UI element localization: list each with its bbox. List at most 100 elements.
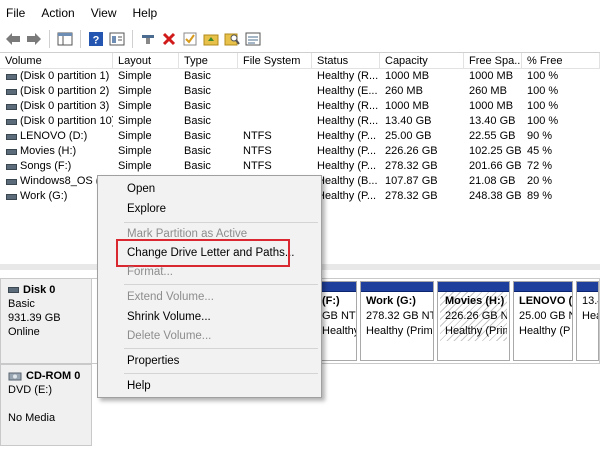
menu-action[interactable]: Action — [41, 4, 74, 22]
volume-name: (Disk 0 partition 1) — [0, 69, 113, 84]
cdrom-spacer — [8, 397, 84, 411]
column-header-type[interactable]: Type — [179, 53, 238, 68]
check-icon[interactable] — [181, 30, 199, 48]
cdrom-0-label[interactable]: CD-ROM 0 DVD (E:) No Media — [0, 364, 92, 446]
volume-layout: Simple — [118, 145, 152, 157]
menu-item-shrink-volume[interactable]: Shrink Volume... — [127, 310, 211, 324]
menu-separator — [124, 222, 318, 223]
volume-drive-icon — [6, 193, 17, 200]
properties-icon[interactable] — [108, 30, 126, 48]
volume-percent-free: 45 % — [527, 145, 553, 157]
column-header-volume[interactable]: Volume — [0, 53, 113, 68]
menu-separator — [124, 373, 318, 374]
table-row[interactable]: Movies (H:) Simple Basic NTFS Healthy (P... 2… — [0, 144, 600, 159]
volume-name-text: LENOVO (D:) — [20, 130, 88, 142]
volume-capacity: 107.87 GB — [385, 175, 438, 187]
volume-type: Basic — [184, 145, 211, 157]
volume-layout: Simple — [118, 130, 152, 142]
table-row[interactable]: (Disk 0 partition 3) Simple Basic Healthy (… — [0, 99, 600, 114]
volume-layout: Simple — [118, 85, 152, 97]
volume-capacity: 1000 MB — [385, 100, 430, 112]
volume-file-system — [238, 84, 312, 99]
volume-name-text: (Disk 0 partition 2) — [20, 85, 110, 97]
volume-capacity: 226.26 GB — [385, 145, 438, 157]
column-header-capacity[interactable]: Capacity — [380, 53, 464, 68]
partition-work[interactable]: Work (G:) 278.32 GB NTFS Healthy (Prim — [360, 281, 434, 361]
partition-recovery[interactable]: 13.40 Healt — [576, 281, 599, 361]
partition-name: (F:) — [322, 295, 340, 307]
volume-free-space: 1000 MB — [469, 100, 514, 112]
column-header-file-system[interactable]: File System — [238, 53, 312, 68]
table-row[interactable]: Songs (F:) Simple Basic NTFS Healthy (P... 27… — [0, 159, 600, 174]
partition-size: 25.00 GB NT — [519, 310, 572, 322]
help-icon[interactable]: ? — [87, 30, 105, 48]
menu-file[interactable]: File — [6, 4, 25, 22]
volume-drive-icon — [6, 118, 17, 125]
column-header-status[interactable]: Status — [312, 53, 380, 68]
folder-up-icon[interactable] — [202, 30, 220, 48]
partition-songs[interactable]: (F:) GB NTF Healthy (Prim — [316, 281, 357, 361]
volume-capacity: 260 MB — [385, 85, 423, 97]
volume-name: Songs (F:) — [0, 159, 113, 174]
menu-view[interactable]: View — [91, 4, 117, 22]
disk-0-label[interactable]: Disk 0 Basic 931.39 GB Online — [0, 278, 92, 364]
volume-drive-icon — [6, 148, 17, 155]
disk-0-name: Disk 0 — [23, 284, 56, 296]
volume-file-system — [238, 69, 312, 84]
cdrom-media: No Media — [8, 412, 56, 424]
volume-name-text: Songs (F:) — [20, 160, 72, 172]
table-row[interactable]: LENOVO (D:) Simple Basic NTFS Healthy (P... 2… — [0, 129, 600, 144]
back-arrow-icon[interactable] — [4, 30, 22, 48]
partition-bar — [514, 282, 572, 292]
volume-name-text: (Disk 0 partition 10) — [20, 115, 113, 127]
volume-file-system: NTFS — [243, 145, 272, 157]
column-header-layout[interactable]: Layout — [113, 53, 179, 68]
show-hide-tree-icon[interactable] — [56, 30, 74, 48]
volume-status: Healthy (E... — [317, 85, 378, 97]
menu-item-open[interactable]: Open — [127, 182, 155, 196]
volume-percent-free: 100 % — [527, 85, 559, 97]
cdrom-drive: DVD (E:) — [8, 384, 52, 396]
forward-arrow-icon[interactable] — [25, 30, 43, 48]
volume-status: Healthy (R... — [317, 100, 379, 112]
volume-free-space: 102.25 GB — [469, 145, 522, 157]
volume-drive-icon — [6, 163, 17, 170]
partition-movies-text: Movies (H:) 226.26 GB NTF Healthy (Prim — [440, 292, 507, 341]
partition-songs-text: (F:) GB NTF Healthy (Prim — [317, 292, 356, 341]
partition-lenovo[interactable]: LENOVO ( 25.00 GB NT Healthy (P — [513, 281, 573, 361]
volume-layout: Simple — [118, 115, 152, 127]
column-header-free-space[interactable]: Free Spa... — [464, 53, 522, 68]
volume-file-system: NTFS — [243, 130, 272, 142]
delete-icon[interactable] — [160, 30, 178, 48]
partition-size: 278.32 GB NTFS — [366, 310, 433, 322]
connect-icon[interactable] — [139, 30, 157, 48]
table-row[interactable]: (Disk 0 partition 10) Simple Basic Healthy … — [0, 114, 600, 129]
volume-file-system — [238, 114, 312, 129]
list-icon[interactable] — [244, 30, 262, 48]
volume-file-system — [238, 99, 312, 114]
table-row[interactable]: (Disk 0 partition 1) Simple Basic Healthy (… — [0, 69, 600, 84]
menu-item-help[interactable]: Help — [127, 379, 151, 393]
partition-movies[interactable]: Movies (H:) 226.26 GB NTF Healthy (Prim — [437, 281, 510, 361]
volume-percent-free: 89 % — [527, 190, 553, 202]
volume-name-text: Movies (H:) — [20, 145, 77, 157]
column-header-percent-free[interactable]: % Free — [522, 53, 600, 68]
menu-item-properties[interactable]: Properties — [127, 354, 179, 368]
menu-help[interactable]: Help — [133, 4, 158, 22]
volume-free-space: 248.38 GB — [469, 190, 522, 202]
table-row[interactable]: (Disk 0 partition 2) Simple Basic Healthy (… — [0, 84, 600, 99]
partition-work-text: Work (G:) 278.32 GB NTFS Healthy (Prim — [361, 292, 433, 341]
volume-layout: Simple — [118, 70, 152, 82]
partition-status: Healthy (P — [519, 325, 571, 337]
disk-0-state: Online — [8, 326, 40, 338]
menu-item-explore[interactable]: Explore — [127, 202, 166, 216]
volume-percent-free: 100 % — [527, 70, 559, 82]
partition-size: 226.26 GB NTF — [445, 310, 507, 322]
partition-status: Healt — [582, 310, 598, 322]
svg-text:?: ? — [93, 35, 100, 47]
volume-percent-free: 20 % — [527, 175, 553, 187]
search-icon[interactable] — [223, 30, 241, 48]
volume-drive-icon — [6, 88, 17, 95]
volume-drive-icon — [6, 73, 17, 80]
volume-name: LENOVO (D:) — [0, 129, 113, 144]
